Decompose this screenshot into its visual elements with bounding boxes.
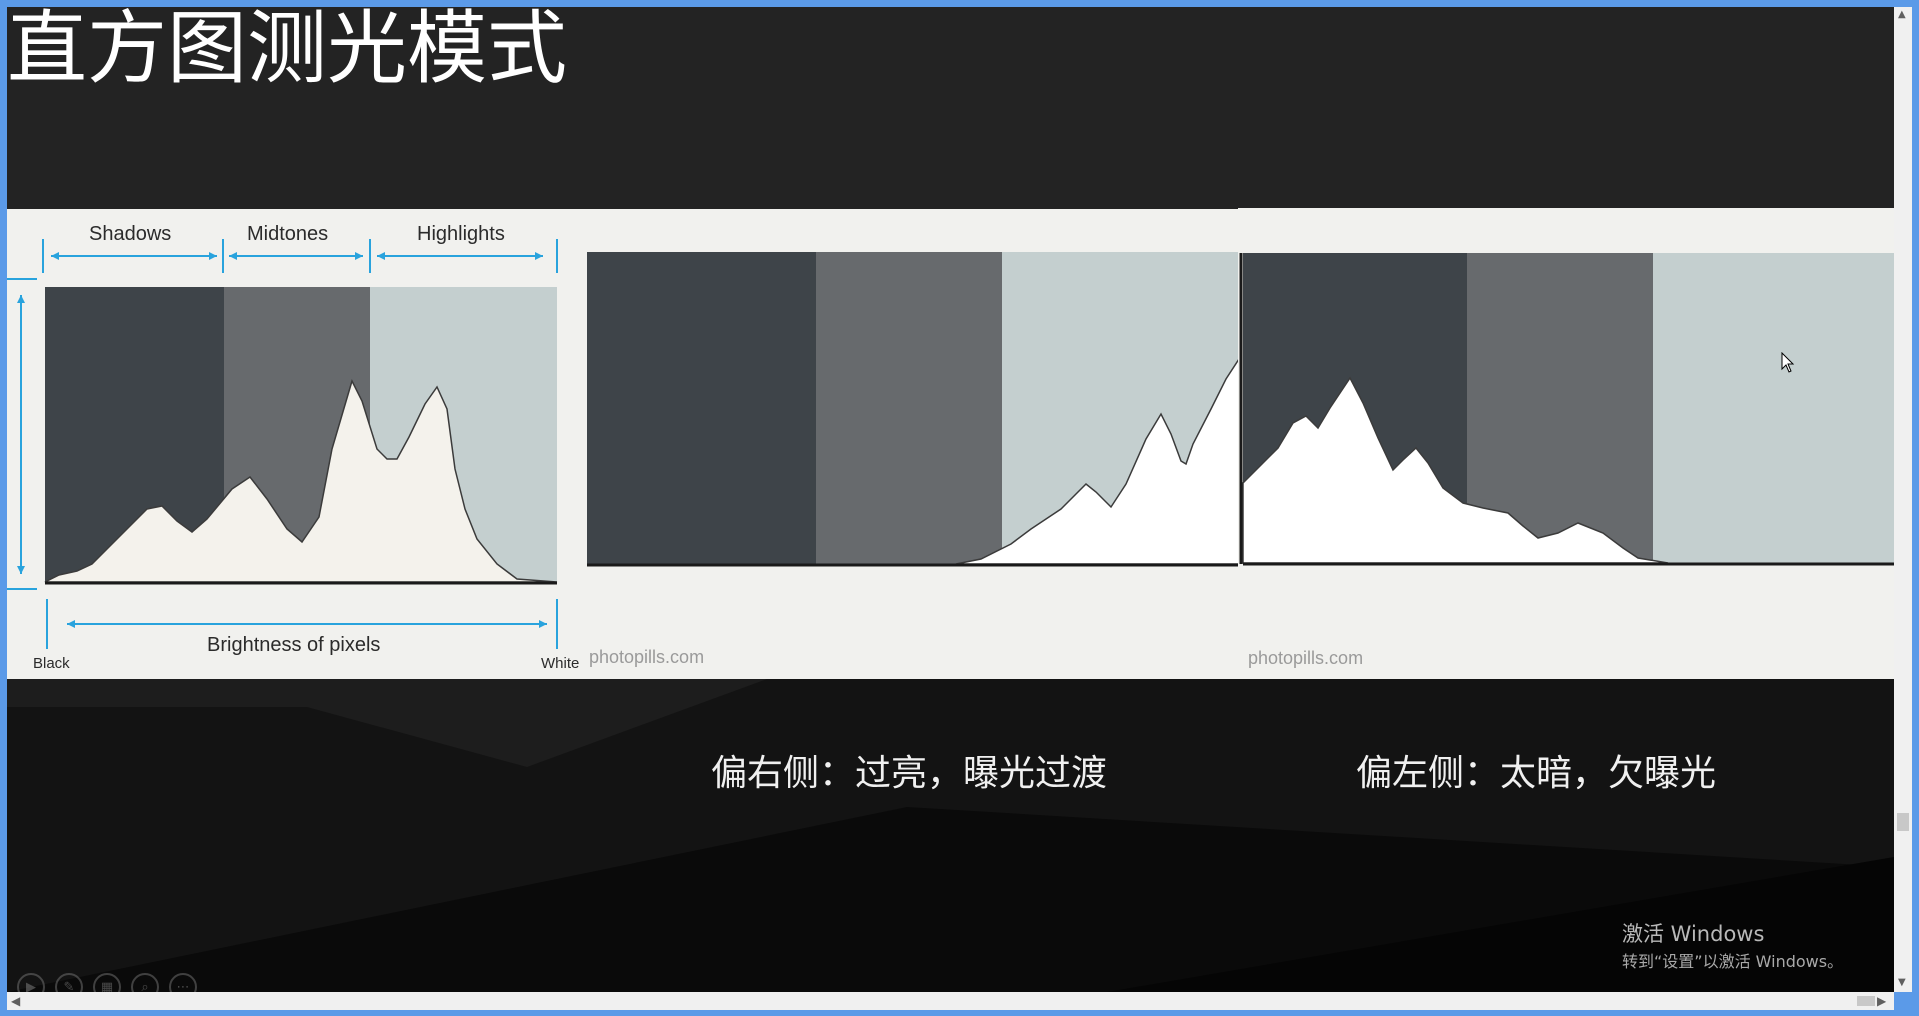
annotated-histogram-panel: Shadows Midtones Highlights Brightness o… <box>7 209 581 679</box>
slideshow-controls: ▶ ✎ ▦ ⌕ ⋯ <box>17 973 197 992</box>
mouse-cursor-icon <box>1781 352 1795 373</box>
overexposed-histogram-panel: photopills.com <box>581 209 1239 679</box>
vertical-scroll-thumb[interactable] <box>1897 813 1909 831</box>
scroll-right-icon[interactable]: ▶ <box>1877 994 1886 1008</box>
play-icon[interactable]: ▶ <box>17 973 45 992</box>
scroll-down-icon[interactable]: ▼ <box>1898 977 1906 988</box>
slides-grid-icon[interactable]: ▦ <box>93 973 121 992</box>
slide-area: 直方图测光模式 Shadows Midtones Highlights Brig… <box>7 7 1894 992</box>
underexposure-caption: 偏左侧：太暗，欠曝光 <box>1356 753 1717 794</box>
overexposed-histogram <box>587 252 1239 567</box>
activate-windows-title: 激活 Windows <box>1622 922 1765 946</box>
pen-icon[interactable]: ✎ <box>55 973 83 992</box>
activate-windows-subtitle: 转到“设置”以激活 Windows。 <box>1622 952 1844 971</box>
shadows-label: Shadows <box>89 223 172 245</box>
more-icon[interactable]: ⋯ <box>169 973 197 992</box>
brightness-axis-label: Brightness of pixels <box>207 634 381 656</box>
photopills-watermark-right: photopills.com <box>1248 648 1364 668</box>
overexposure-caption: 偏右侧：过亮，曝光过渡 <box>711 753 1108 794</box>
midtones-label: Midtones <box>247 223 329 245</box>
highlights-label: Highlights <box>417 223 505 245</box>
horizontal-scroll-thumb[interactable] <box>1857 996 1875 1006</box>
scroll-left-icon[interactable]: ◀ <box>11 994 20 1008</box>
zoom-icon[interactable]: ⌕ <box>131 973 159 992</box>
annotated-histogram <box>7 239 558 649</box>
slide-title: 直方图测光模式 <box>7 7 567 95</box>
black-label: Black <box>33 655 70 672</box>
underexposed-histogram <box>1239 253 1894 566</box>
white-label: White <box>541 655 580 672</box>
underexposed-histogram-panel: photopills.com <box>1238 208 1894 679</box>
horizontal-scrollbar[interactable]: ◀ ▶ <box>7 992 1894 1010</box>
vertical-scrollbar[interactable]: ▲ ▼ <box>1894 7 1912 992</box>
scroll-up-icon[interactable]: ▲ <box>1898 9 1906 20</box>
photopills-watermark: photopills.com <box>589 647 705 667</box>
